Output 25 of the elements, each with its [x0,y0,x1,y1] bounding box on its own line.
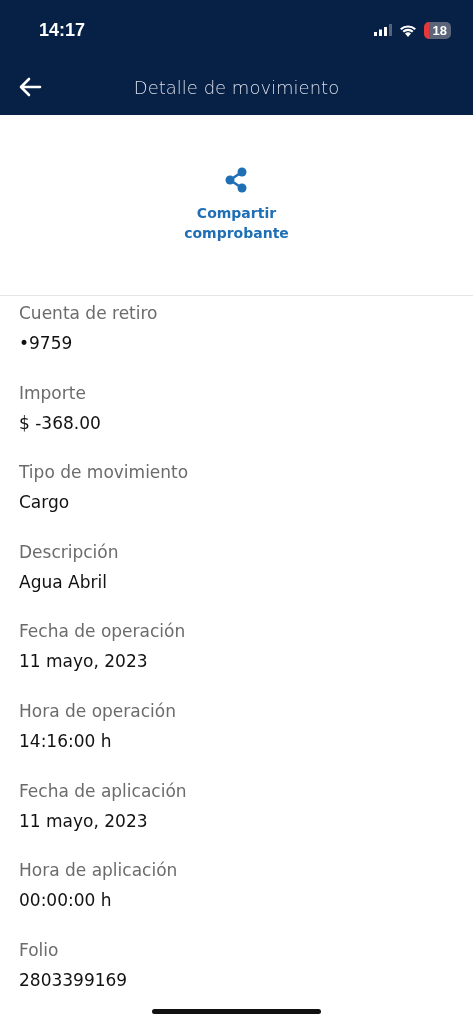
field-label: Fecha de aplicación [19,779,188,802]
field-value: $ -368.00 [19,411,102,434]
field-label: Importe [19,381,87,404]
share-receipt-button[interactable]: Compartir comprobante [184,167,289,243]
field-value: 2803399169 [19,968,129,991]
wifi-icon [398,23,417,37]
field-value: •9759 [19,332,74,354]
field-label: Tipo de movimiento [19,461,190,484]
battery-level: 18 [423,21,451,39]
field-value: 14:16:00 h [19,729,113,752]
field-value: 11 mayo, 2023 [19,650,149,673]
screen-title: Detalle de movimiento [133,77,340,98]
signal-icon [373,24,392,36]
field-label: Descripción [19,540,120,563]
field-label: Hora de aplicación [19,859,179,882]
field-value: Cargo [19,491,71,514]
field-value: 11 mayo, 2023 [19,809,149,832]
field-label: Hora de operación [19,699,177,722]
field-label: Folio [19,938,60,961]
field-value: Agua Abril [19,570,108,593]
field-label: Cuenta de retiro [19,302,159,324]
field-value: 00:00:00 h [19,889,113,912]
back-arrow-icon[interactable] [18,77,42,97]
status-time: 14:17 [39,19,86,41]
field-label: Fecha de operación [19,620,187,643]
